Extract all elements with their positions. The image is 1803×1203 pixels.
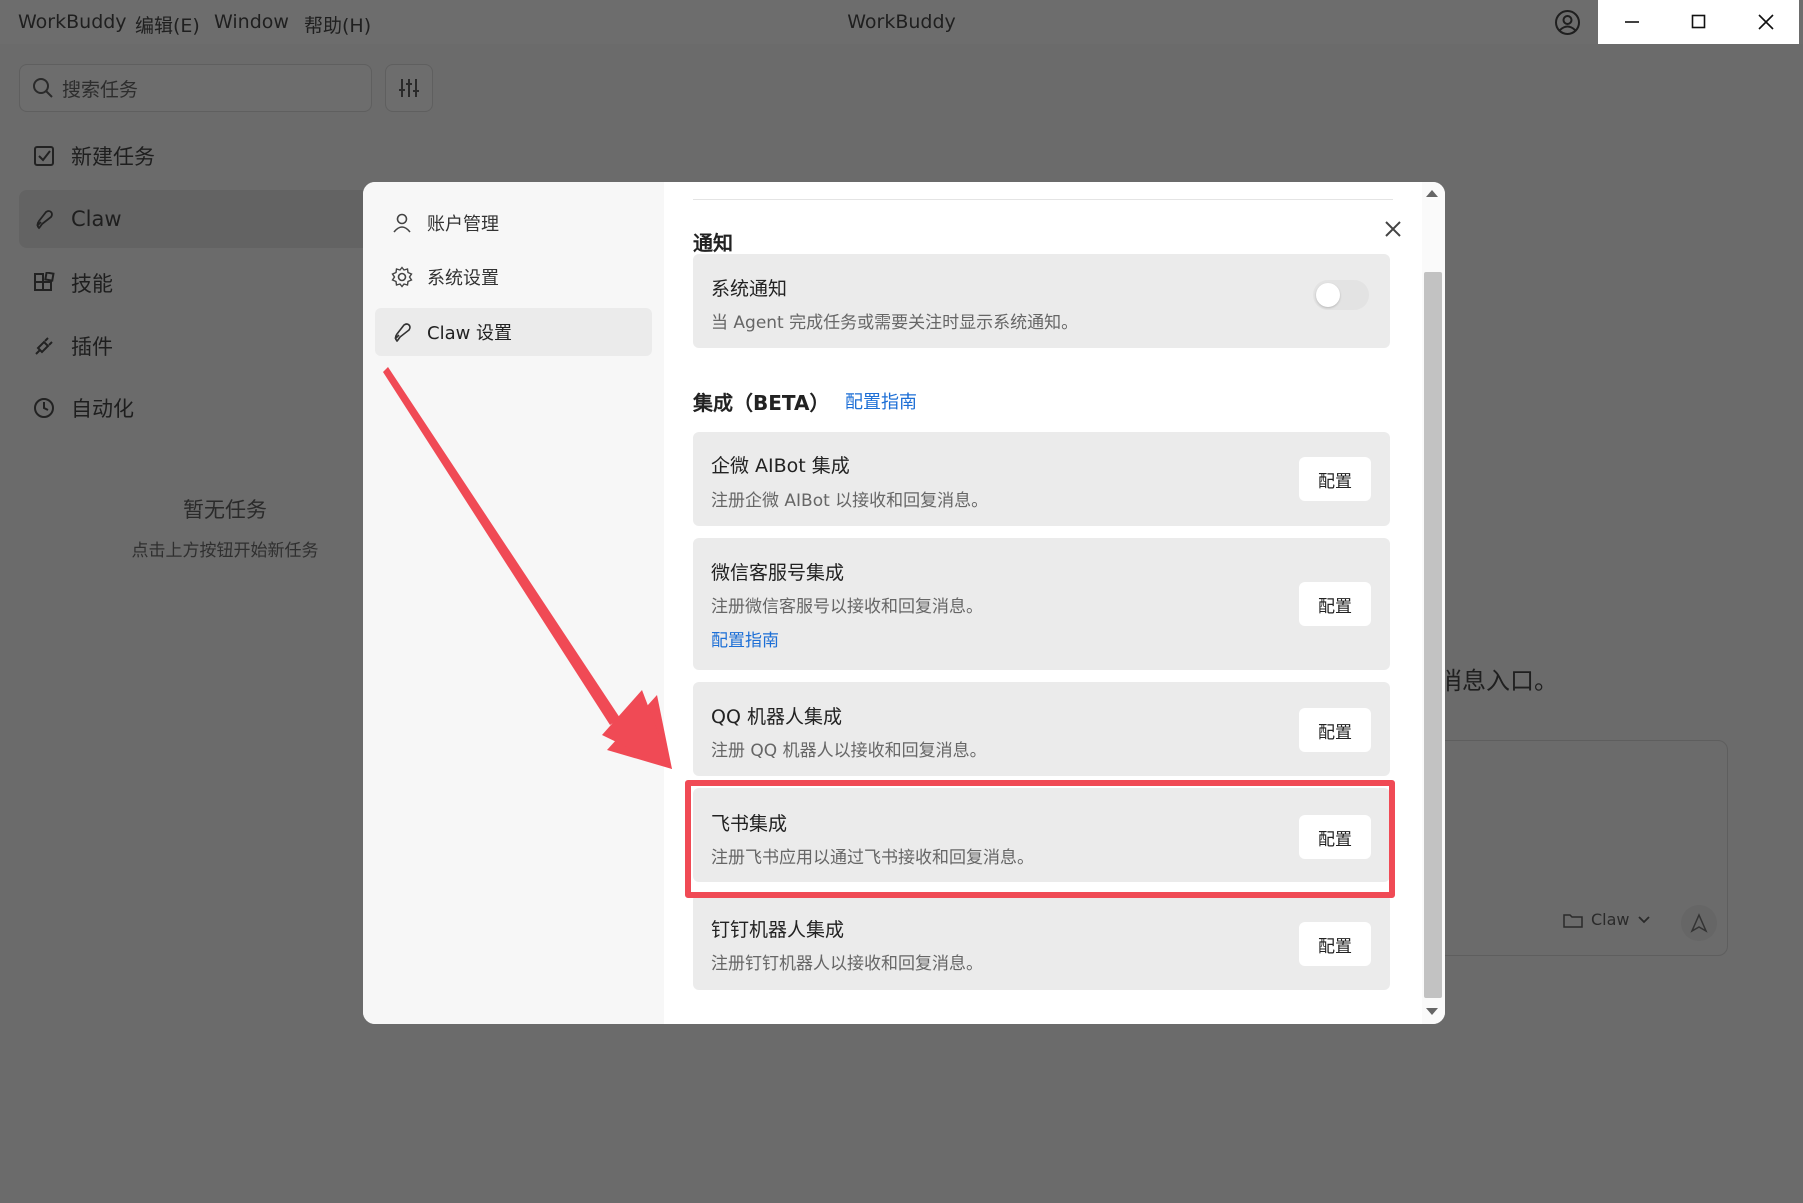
configure-button[interactable]: 配置 <box>1299 922 1371 966</box>
background-folder-selector: Claw <box>1563 910 1650 929</box>
search-placeholder: 搜索任务 <box>62 78 139 101</box>
filter-button[interactable] <box>385 64 433 112</box>
integration-desc: 注册 QQ 机器人以接收和回复消息。 <box>711 741 987 761</box>
integration-card-dingtalk: 钉钉机器人集成 注册钉钉机器人以接收和回复消息。 配置 <box>693 894 1390 990</box>
sidebar-item-label: 自动化 <box>71 397 134 421</box>
skills-icon <box>34 272 55 291</box>
integration-title: 企微 AIBot 集成 <box>711 455 850 477</box>
background-partial-text: 消息入口。 <box>1438 667 1558 695</box>
system-notify-toggle[interactable] <box>1313 280 1369 310</box>
sidebar-item-claw[interactable]: Claw <box>19 190 399 248</box>
settings-nav-system[interactable]: 系统设置 <box>375 253 652 301</box>
notify-section-title: 通知 <box>693 231 733 255</box>
integration-card-wechat-service: 微信客服号集成 注册微信客服号以接收和回复消息。 配置指南 配置 <box>693 538 1390 670</box>
settings-nav: 账户管理 系统设置 Claw 设置 <box>363 182 664 1024</box>
claw-icon <box>36 210 53 230</box>
settings-nav-label: 账户管理 <box>427 214 499 235</box>
toggle-knob <box>1316 283 1340 307</box>
sidebar-item-plugins[interactable]: 插件 <box>19 317 399 375</box>
scroll-down-arrow-icon[interactable] <box>1426 1008 1438 1015</box>
empty-state-subtitle: 点击上方按钮开始新任务 <box>131 541 319 561</box>
close-modal-button[interactable] <box>1378 214 1408 244</box>
minimize-button[interactable] <box>1598 0 1665 44</box>
sidebar-item-label: 技能 <box>71 272 113 296</box>
settings-nav-claw[interactable]: Claw 设置 <box>375 308 652 356</box>
system-notify-title: 系统通知 <box>711 278 788 300</box>
system-notify-desc: 当 Agent 完成任务或需要关注时显示系统通知。 <box>711 313 1079 333</box>
search-input[interactable]: 搜索任务 <box>19 64 372 112</box>
integration-desc: 注册企微 AIBot 以接收和回复消息。 <box>711 491 989 511</box>
new-task-icon <box>34 146 54 166</box>
scroll-up-arrow-icon[interactable] <box>1426 190 1438 197</box>
configure-button[interactable]: 配置 <box>1299 708 1371 752</box>
settings-nav-label: Claw 设置 <box>427 323 513 344</box>
integration-desc: 注册微信客服号以接收和回复消息。 <box>711 597 983 617</box>
menu-window[interactable]: Window <box>214 11 289 33</box>
account-icon[interactable] <box>1554 9 1581 36</box>
folder-label: Claw <box>1591 910 1630 929</box>
plugin-icon <box>35 337 53 355</box>
sidebar-item-label: Claw <box>71 207 122 231</box>
integration-section-title: 集成（BETA） <box>693 391 830 415</box>
sidebar-item-skills[interactable]: 技能 <box>19 254 399 312</box>
clock-icon <box>34 398 54 418</box>
menu-help[interactable]: 帮助(H) <box>304 11 371 38</box>
minimize-icon <box>1624 21 1639 23</box>
sidebar-item-label: 插件 <box>71 335 113 359</box>
sliders-icon <box>399 79 419 97</box>
empty-state-title: 暂无任务 <box>183 498 267 522</box>
integration-guide-link[interactable]: 配置指南 <box>711 626 779 651</box>
user-icon <box>393 213 411 233</box>
integration-title: 微信客服号集成 <box>711 562 845 584</box>
claw-icon <box>394 323 411 343</box>
highlight-box <box>685 780 1395 898</box>
settings-nav-account[interactable]: 账户管理 <box>375 199 652 247</box>
sidebar-item-new-task[interactable]: 新建任务 <box>19 127 399 185</box>
integration-card-wecom: 企微 AIBot 集成 注册企微 AIBot 以接收和回复消息。 配置 <box>693 432 1390 526</box>
sidebar-item-automation[interactable]: 自动化 <box>19 379 399 437</box>
settings-nav-label: 系统设置 <box>427 268 499 289</box>
integration-title: 钉钉机器人集成 <box>711 919 845 941</box>
chevron-down-icon <box>1637 915 1650 923</box>
configure-button[interactable]: 配置 <box>1299 582 1371 626</box>
folder-icon <box>1563 913 1583 928</box>
maximize-button[interactable] <box>1665 0 1732 44</box>
integration-desc: 注册钉钉机器人以接收和回复消息。 <box>711 954 983 974</box>
menu-edit[interactable]: 编辑(E) <box>135 11 200 38</box>
integration-guide-link[interactable]: 配置指南 <box>845 388 917 414</box>
send-icon <box>1690 913 1708 933</box>
integration-card-qq: QQ 机器人集成 注册 QQ 机器人以接收和回复消息。 配置 <box>693 682 1390 776</box>
gear-icon <box>391 266 413 288</box>
divider <box>693 199 1393 200</box>
window-controls <box>1598 0 1799 44</box>
scrollbar-thumb[interactable] <box>1424 272 1442 998</box>
close-icon <box>1757 14 1774 30</box>
integration-title: QQ 机器人集成 <box>711 706 842 728</box>
close-icon <box>1385 221 1401 237</box>
configure-button[interactable]: 配置 <box>1299 457 1371 501</box>
title-bar: WorkBuddy 编辑(E) Window 帮助(H) WorkBuddy <box>0 0 1803 44</box>
background-send-button <box>1681 905 1717 941</box>
close-window-button[interactable] <box>1732 0 1799 44</box>
sidebar-item-label: 新建任务 <box>71 145 155 169</box>
search-icon <box>33 78 53 98</box>
system-notify-card: 系统通知 当 Agent 完成任务或需要关注时显示系统通知。 <box>693 254 1390 348</box>
maximize-icon <box>1691 14 1705 29</box>
app-name: WorkBuddy <box>18 11 127 33</box>
